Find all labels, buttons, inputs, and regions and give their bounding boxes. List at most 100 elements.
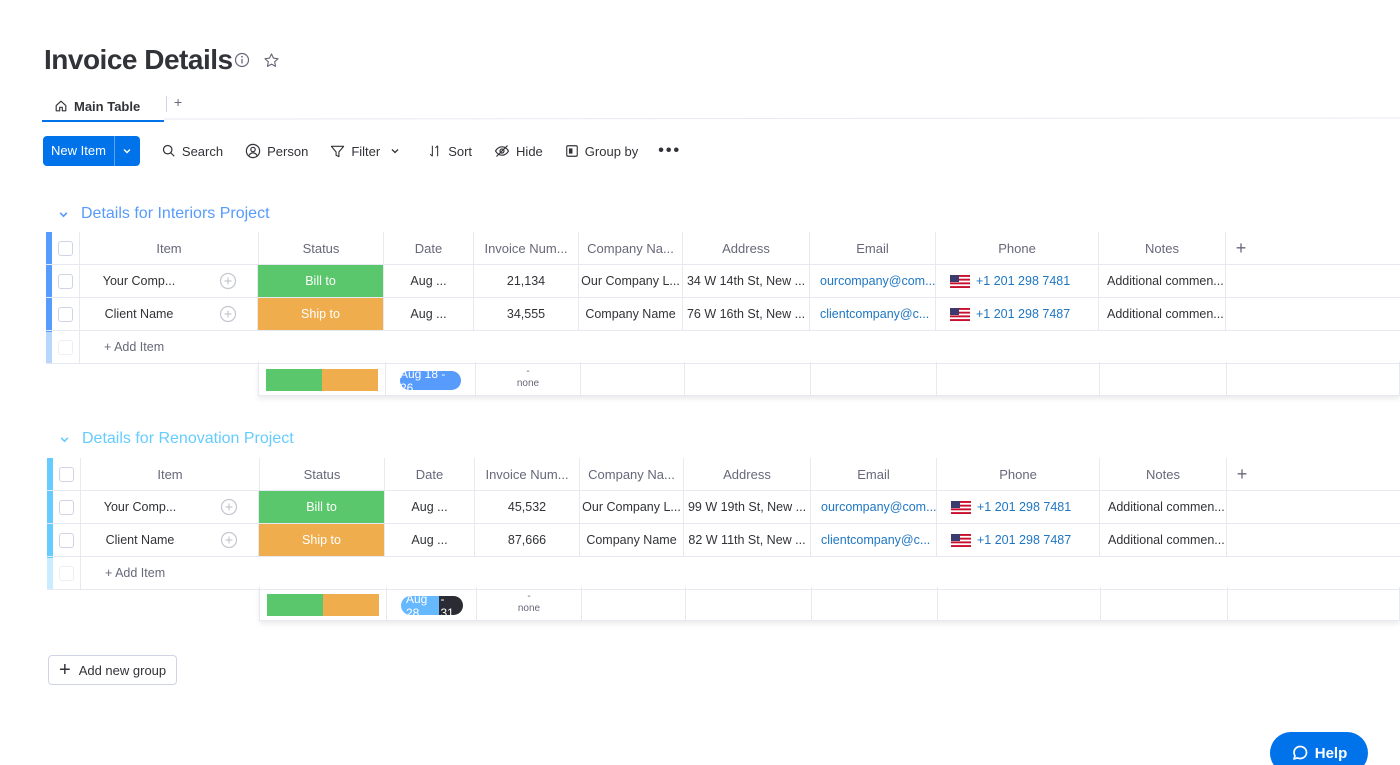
invoice-number-cell[interactable]: 21,134 (474, 265, 579, 297)
col-phone[interactable]: Phone (937, 458, 1100, 490)
address-cell[interactable]: 82 W 11th St, New ... (684, 524, 811, 556)
chevron-down-icon[interactable] (113, 136, 140, 166)
chevron-down-icon[interactable] (58, 209, 69, 220)
status-cell[interactable]: Ship to (258, 298, 384, 330)
group-title[interactable]: Details for Interiors Project (58, 205, 270, 223)
col-phone[interactable]: Phone (936, 232, 1099, 264)
new-item-button[interactable]: New Item (43, 136, 140, 166)
person-filter-button[interactable]: Person (245, 143, 308, 159)
notes-cell[interactable]: Additional commen... (1100, 491, 1227, 523)
date-range-summary[interactable]: Aug 18 - 26 (400, 371, 461, 390)
notes-cell[interactable]: Additional commen... (1100, 524, 1227, 556)
phone-cell[interactable]: +1 201 298 7481 (936, 265, 1099, 297)
status-cell[interactable]: Bill to (258, 265, 384, 297)
status-summary-bar[interactable] (266, 369, 378, 391)
phone-cell[interactable]: +1 201 298 7487 (936, 298, 1099, 330)
add-view-button[interactable]: + (174, 94, 182, 110)
add-column-button[interactable]: + (1227, 458, 1257, 490)
col-status[interactable]: Status (259, 458, 385, 490)
col-company-name[interactable]: Company Na... (580, 458, 684, 490)
add-update-icon[interactable] (199, 524, 259, 556)
notes-cell[interactable]: Additional commen... (1099, 265, 1226, 297)
email-cell[interactable]: clientcompany@c... (810, 298, 936, 330)
col-email[interactable]: Email (810, 232, 936, 264)
tab-main-table[interactable]: Main Table (42, 92, 164, 122)
row-checkbox-cell (53, 524, 81, 556)
add-item-input[interactable]: + Add Item (81, 557, 381, 589)
info-icon[interactable] (234, 52, 250, 72)
col-status[interactable]: Status (258, 232, 384, 264)
item-name[interactable]: Your Comp... (81, 491, 199, 523)
group-by-button[interactable]: Group by (565, 144, 638, 159)
col-notes[interactable]: Notes (1100, 458, 1227, 490)
filter-button[interactable]: Filter (330, 144, 406, 159)
row-checkbox[interactable] (59, 532, 74, 548)
item-name[interactable]: Your Comp... (80, 265, 198, 297)
address-cell[interactable]: 76 W 16th St, New ... (683, 298, 810, 330)
address-cell[interactable]: 99 W 19th St, New ... (684, 491, 811, 523)
col-notes[interactable]: Notes (1099, 232, 1226, 264)
more-options-icon[interactable]: ••• (658, 142, 681, 160)
group-summary: Aug 28 - 31 - none (259, 587, 1400, 621)
date-cell[interactable]: Aug ... (385, 491, 475, 523)
invoice-number-cell[interactable]: 45,532 (475, 491, 580, 523)
invoice-number-cell[interactable]: 87,666 (475, 524, 580, 556)
chevron-down-icon[interactable] (59, 434, 70, 445)
group-title[interactable]: Details for Renovation Project (59, 430, 294, 448)
table-row[interactable]: Your Comp... Bill to Aug ... 21,134 Our … (46, 265, 1400, 298)
date-range-summary[interactable]: Aug 28 - 31 (401, 596, 463, 615)
search-button[interactable]: Search (162, 144, 223, 159)
phone-number: +1 201 298 7487 (976, 307, 1071, 321)
status-cell[interactable]: Ship to (259, 524, 385, 556)
add-update-icon[interactable] (198, 265, 258, 297)
col-company-name[interactable]: Company Na... (579, 232, 683, 264)
company-name-cell[interactable]: Our Company L... (580, 491, 684, 523)
col-invoice-number[interactable]: Invoice Num... (475, 458, 580, 490)
email-cell[interactable]: clientcompany@c... (811, 524, 937, 556)
row-checkbox[interactable] (58, 273, 73, 289)
company-name-cell[interactable]: Company Name (580, 524, 684, 556)
add-update-icon[interactable] (199, 491, 259, 523)
help-button[interactable]: Help (1270, 732, 1368, 765)
status-summary-bar[interactable] (267, 594, 379, 616)
row-checkbox[interactable] (58, 306, 73, 322)
date-cell[interactable]: Aug ... (384, 265, 474, 297)
col-address[interactable]: Address (684, 458, 811, 490)
company-name-cell[interactable]: Our Company L... (579, 265, 683, 297)
email-cell[interactable]: ourcompany@com... (810, 265, 936, 297)
add-update-icon[interactable] (198, 298, 258, 330)
add-new-group-button[interactable]: + Add new group (48, 655, 178, 685)
add-column-button[interactable]: + (1226, 232, 1256, 264)
invoice-number-cell[interactable]: 34,555 (474, 298, 579, 330)
col-date[interactable]: Date (385, 458, 475, 490)
table-row[interactable]: Client Name Ship to Aug ... 87,666 Compa… (47, 524, 1400, 557)
company-name-cell[interactable]: Company Name (579, 298, 683, 330)
notes-cell[interactable]: Additional commen... (1099, 298, 1226, 330)
row-checkbox[interactable] (59, 499, 74, 515)
sort-button[interactable]: Sort (428, 144, 472, 159)
select-all-checkbox[interactable] (58, 240, 73, 256)
item-name[interactable]: Client Name (81, 524, 199, 556)
col-email[interactable]: Email (811, 458, 937, 490)
hide-button[interactable]: Hide (494, 144, 543, 159)
table-row[interactable]: Client Name Ship to Aug ... 34,555 Compa… (46, 298, 1400, 331)
col-item[interactable]: Item (81, 458, 259, 490)
col-item[interactable]: Item (80, 232, 258, 264)
phone-cell[interactable]: +1 201 298 7487 (937, 524, 1100, 556)
add-item-input[interactable]: + Add Item (80, 331, 380, 363)
status-cell[interactable]: Bill to (259, 491, 385, 523)
phone-cell[interactable]: +1 201 298 7481 (937, 491, 1100, 523)
date-cell[interactable]: Aug ... (384, 298, 474, 330)
col-invoice-number[interactable]: Invoice Num... (474, 232, 579, 264)
address-cell[interactable]: 34 W 14th St, New ... (683, 265, 810, 297)
email-cell[interactable]: ourcompany@com... (811, 491, 937, 523)
col-address[interactable]: Address (683, 232, 810, 264)
chevron-down-icon[interactable] (390, 146, 400, 156)
select-all-checkbox[interactable] (59, 466, 74, 482)
table-row[interactable]: Your Comp... Bill to Aug ... 45,532 Our … (47, 491, 1400, 524)
date-cell[interactable]: Aug ... (385, 524, 475, 556)
star-icon[interactable] (263, 52, 280, 73)
col-date[interactable]: Date (384, 232, 474, 264)
item-name[interactable]: Client Name (80, 298, 198, 330)
group-title-label: Details for Renovation Project (82, 430, 294, 447)
